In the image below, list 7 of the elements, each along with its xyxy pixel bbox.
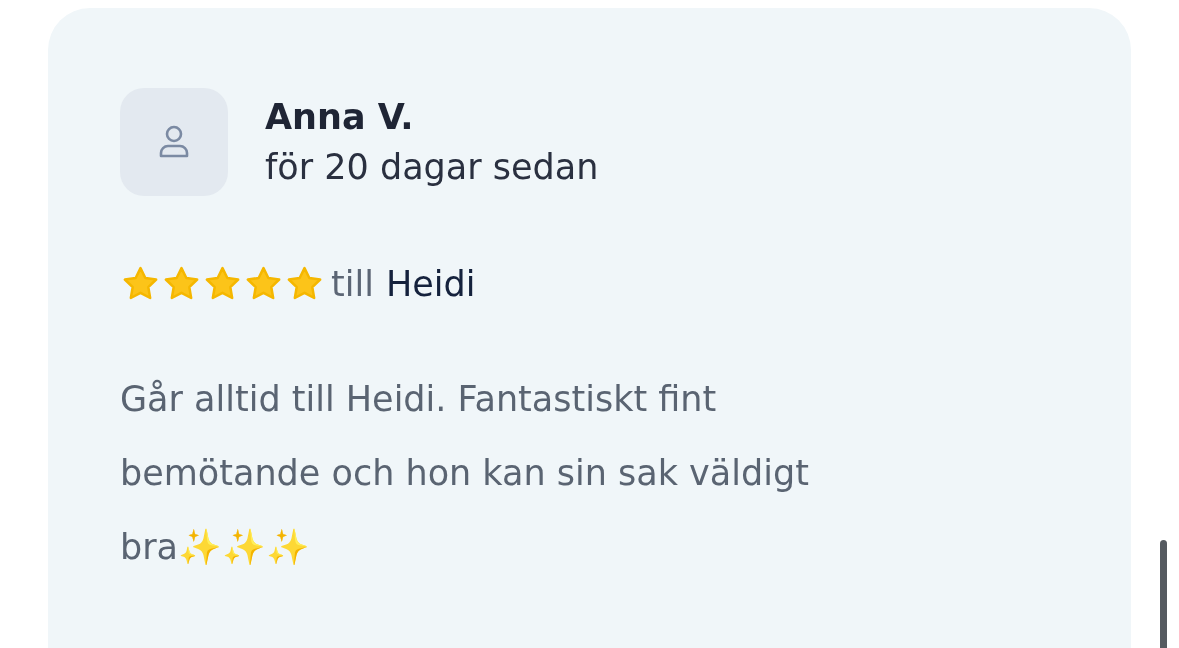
review-text: Går alltid till Heidi. Fantastiskt fint bemötande och hon kan sin sak väldigt bra✨✨✨ [120, 378, 810, 569]
recipient-label: till [331, 264, 374, 304]
scrollbar[interactable] [1160, 540, 1167, 648]
review-time: för 20 dagar sedan [265, 147, 599, 187]
avatar-icon [120, 88, 228, 196]
recipient-name: Heidi [385, 264, 476, 304]
author-name: Anna V. [265, 97, 415, 137]
